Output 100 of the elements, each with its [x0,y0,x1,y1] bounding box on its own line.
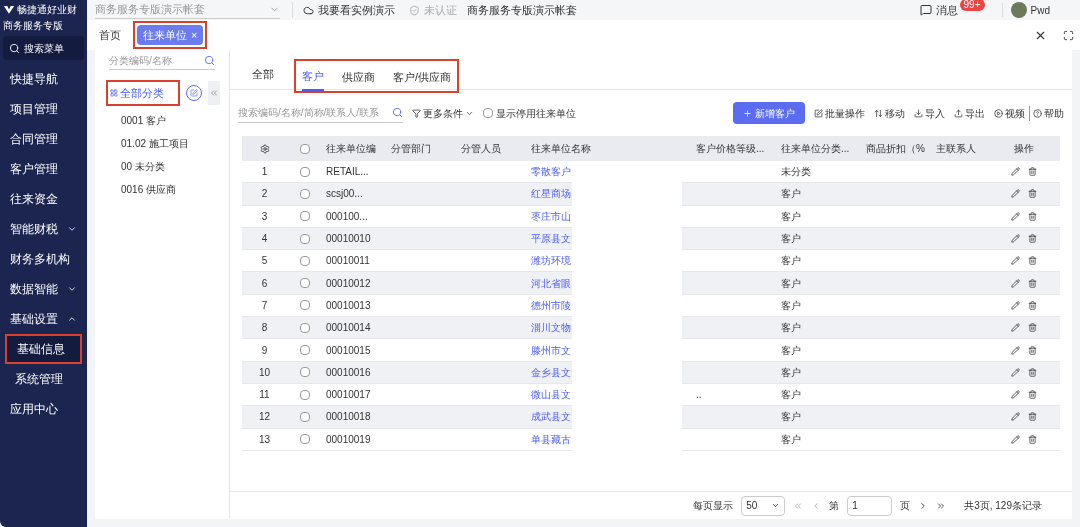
row-checkbox[interactable] [299,188,310,199]
row-checkbox[interactable] [299,389,310,400]
sidebar-item[interactable]: 合同管理 [0,124,87,154]
toolbar-action[interactable]: 批量操作 [814,105,865,121]
row-checkbox[interactable] [299,434,310,445]
customer-name-link[interactable]: 滕州市文 [531,344,571,356]
category-item[interactable]: 00 未分类 [95,158,229,175]
edit-icon[interactable] [1010,278,1020,288]
delete-icon[interactable] [1027,345,1037,355]
page-tab[interactable]: 首页 [93,25,127,45]
delete-icon[interactable] [1027,367,1037,377]
customer-name-link[interactable]: 枣庄市山 [531,210,571,222]
customer-name-link[interactable]: 零散客户 [531,166,571,178]
delete-icon[interactable] [1027,234,1037,244]
sidebar-subitem[interactable]: 系统管理 [5,364,82,394]
delete-icon[interactable] [1027,278,1037,288]
collapse-panel-button[interactable] [208,81,220,105]
select-all-checkbox[interactable] [299,143,310,154]
delete-icon[interactable] [1027,211,1037,221]
edit-icon[interactable] [1010,412,1020,422]
row-checkbox[interactable] [299,300,310,311]
customer-name-link[interactable]: 河北省眼 [531,277,571,289]
toolbar-action[interactable]: 导出 [954,105,985,121]
type-tab[interactable]: 全部 [252,59,274,89]
delete-icon[interactable] [1027,412,1037,422]
row-checkbox[interactable] [299,367,310,378]
page-field[interactable]: 1 [847,495,893,516]
edit-icon[interactable] [1010,390,1020,400]
sidebar-subitem[interactable]: 基础信息 [5,334,82,364]
more-filters-button[interactable]: 更多条件 [412,105,474,121]
close-tab-button[interactable]: × [191,26,198,44]
edit-icon[interactable] [1010,323,1020,333]
search-menu-button[interactable]: 搜索菜单 [3,36,84,60]
row-checkbox[interactable] [299,345,310,355]
page-size-select[interactable]: 50 [741,495,786,516]
edit-icon[interactable] [1010,256,1020,266]
sidebar-item[interactable]: 项目管理 [0,94,87,124]
type-tab[interactable]: 供应商 [342,63,375,91]
row-checkbox[interactable] [299,278,310,289]
sidebar-item[interactable]: 快捷导航 [0,64,87,94]
row-checkbox[interactable] [299,211,310,222]
delete-icon[interactable] [1027,167,1037,177]
delete-icon[interactable] [1027,300,1037,310]
category-item[interactable]: 0016 供应商 [95,181,229,198]
delete-icon[interactable] [1027,189,1037,199]
customer-name-link[interactable]: 红星商场 [531,188,571,200]
sidebar-item[interactable]: 客户管理 [0,154,87,184]
edit-icon[interactable] [1010,211,1020,221]
checkbox[interactable] [483,108,493,118]
row-checkbox[interactable] [299,233,310,244]
page-tab[interactable]: 往来单位 × [137,25,204,45]
sidebar-item[interactable]: 应用中心 [0,394,87,424]
type-tab[interactable]: 客户 [302,63,324,91]
customer-name-link[interactable]: 微山县文 [531,389,571,401]
sidebar-item[interactable]: 往来资金 [0,184,87,214]
delete-icon[interactable] [1027,323,1037,333]
avatar[interactable] [1010,2,1027,18]
row-checkbox[interactable] [299,322,310,333]
settings-icon[interactable] [259,143,270,154]
category-search-field[interactable]: 分类编码/名称 [109,53,199,68]
delete-icon[interactable] [1027,390,1037,400]
edit-icon[interactable] [1010,434,1020,444]
sidebar-item[interactable]: 数据智能 [0,274,87,304]
customer-name-link[interactable]: 单县藏古 [531,433,571,445]
toolbar-action[interactable]: 帮助 [1029,105,1064,121]
toolbar-action[interactable]: 移动 [874,105,905,121]
category-item[interactable]: 0001 客户 [95,112,229,129]
new-customer-button[interactable]: 新增客户 [733,102,805,124]
sidebar-item[interactable]: 智能财税 [0,214,87,244]
search-icon[interactable] [204,55,215,66]
messages-button[interactable]: 消息 [919,1,958,19]
delete-icon[interactable] [1027,256,1037,266]
customer-name-link[interactable]: 成武县文 [531,411,571,423]
row-checkbox[interactable] [299,166,310,177]
customer-name-link[interactable]: 金乡县文 [531,366,571,378]
last-page-icon[interactable] [936,500,947,511]
edit-icon[interactable] [1010,167,1020,177]
type-tab[interactable]: 客户/供应商 [393,63,452,91]
sidebar-item[interactable]: 财务多机构 [0,244,87,274]
delete-icon[interactable] [1027,434,1037,444]
customer-name-link[interactable]: 德州市陵 [531,299,571,311]
search-field[interactable]: 搜索编码/名称/简称/联系人/联系 [238,103,403,123]
edit-icon[interactable] [1010,189,1020,199]
edit-icon[interactable] [1010,300,1020,310]
edit-icon[interactable] [1010,367,1020,377]
customer-name-link[interactable]: 淄川文物 [531,322,571,334]
customer-name-link[interactable]: 潍坊环境 [531,255,571,267]
category-item[interactable]: 01.02 施工项目 [95,135,229,152]
row-checkbox[interactable] [299,411,310,422]
customer-name-link[interactable]: 平原县文 [531,233,571,245]
edit-icon[interactable] [1010,345,1020,355]
sidebar-item[interactable]: 基础设置 [0,304,87,334]
toolbar-action[interactable]: 视频 [994,105,1025,121]
toolbar-action[interactable]: 导入 [914,105,945,121]
row-checkbox[interactable] [299,255,310,266]
all-categories-item[interactable]: 全部分类 [106,80,180,106]
fullscreen-icon[interactable] [1063,29,1074,41]
edit-icon[interactable] [1010,234,1020,244]
demo-link[interactable]: 我要看实例演示 [303,1,395,19]
table-cell: 客户 [781,433,801,445]
